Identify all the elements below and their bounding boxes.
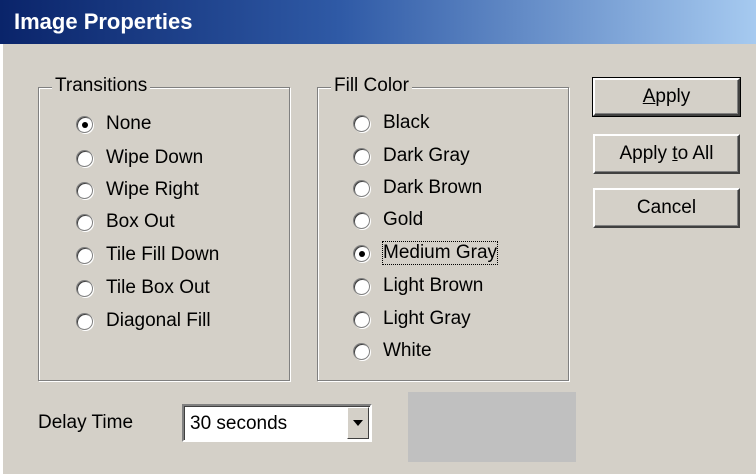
radio-indicator [76,115,93,133]
fill-color-preview [408,392,576,462]
chevron-down-icon [353,420,363,426]
window-left-border [0,44,4,474]
image-properties-dialog: Image Properties Transitions None Wipe D… [0,0,756,474]
transitions-group: Transitions None Wipe Down Wipe Right Bo… [38,75,290,381]
radio-transition-wipe-right[interactable]: Wipe Right [76,178,199,202]
radio-indicator [353,114,370,132]
radio-label: Light Brown [383,275,484,296]
delay-time-value: 30 seconds [190,413,288,434]
apply-to-all-pre: Apply [619,143,673,164]
radio-indicator [353,211,370,229]
radio-indicator [353,244,370,262]
radio-fill-dark-brown[interactable]: Dark Brown [353,176,482,200]
transitions-legend: Transitions [52,75,151,97]
radio-label: Dark Gray [383,145,470,166]
radio-label: Dark Brown [383,177,483,198]
radio-label: Tile Fill Down [106,244,220,265]
radio-transition-tile-fill-down[interactable]: Tile Fill Down [76,243,219,267]
cancel-button[interactable]: Cancel [593,188,740,228]
radio-indicator [76,213,93,231]
radio-label: Tile Box Out [106,277,210,298]
apply-button[interactable]: Apply [592,77,741,117]
window-title: Image Properties [14,9,193,34]
radio-label: None [106,113,152,134]
radio-indicator [76,312,93,330]
radio-transition-none[interactable]: None [76,112,151,136]
cancel-button-label: Cancel [636,197,697,218]
apply-rest: pply [655,86,691,107]
radio-indicator [353,147,370,165]
radio-indicator [353,179,370,197]
delay-time-select[interactable]: 30 seconds [182,404,372,442]
radio-label: Diagonal Fill [106,310,211,331]
radio-indicator [353,342,370,360]
radio-indicator [76,246,93,264]
radio-label: Box Out [106,211,175,232]
radio-transition-wipe-down[interactable]: Wipe Down [76,146,203,170]
radio-label: Wipe Down [106,147,204,168]
radio-label: Wipe Right [106,179,199,200]
dropdown-arrow-button[interactable] [347,407,369,439]
fill-color-group: Fill Color Black Dark Gray Dark Brown Go… [317,75,569,381]
radio-transition-box-out[interactable]: Box Out [76,210,175,234]
radio-transition-diagonal-fill[interactable]: Diagonal Fill [76,309,211,333]
title-bar[interactable]: Image Properties [0,0,756,44]
radio-label: Light Gray [383,308,471,329]
radio-fill-black[interactable]: Black [353,111,429,135]
apply-to-all-button[interactable]: Apply to All [593,134,740,174]
apply-accel: A [642,86,656,107]
radio-label: Gold [383,209,424,230]
apply-to-all-post: o All [677,143,714,164]
fill-color-legend: Fill Color [331,75,412,97]
radio-transition-tile-box-out[interactable]: Tile Box Out [76,276,210,300]
radio-fill-white[interactable]: White [353,339,432,363]
radio-indicator [353,277,370,295]
radio-label: Black [383,112,430,133]
radio-indicator [353,310,370,328]
radio-fill-light-brown[interactable]: Light Brown [353,274,483,298]
radio-indicator [76,181,93,199]
radio-indicator [76,279,93,297]
apply-to-all-button-label: Apply to All [619,143,713,165]
radio-indicator [76,149,93,167]
radio-label: White [383,340,432,361]
radio-label: Medium Gray [381,241,499,265]
radio-fill-gold[interactable]: Gold [353,208,423,232]
delay-time-label: Delay Time [38,412,134,433]
radio-fill-light-gray[interactable]: Light Gray [353,307,471,331]
apply-button-label: Apply [643,86,691,108]
radio-fill-dark-gray[interactable]: Dark Gray [353,144,470,168]
radio-fill-medium-gray[interactable]: Medium Gray [353,241,499,265]
